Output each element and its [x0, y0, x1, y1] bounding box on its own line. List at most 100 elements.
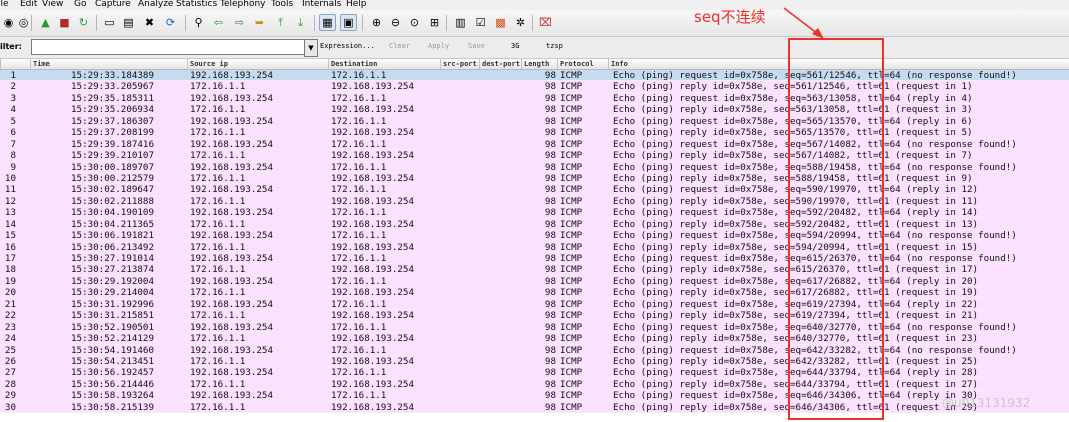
- packet-row[interactable]: 8 15:29:39.210107 172.16.1.1 192.168.193.25…: [0, 150, 1069, 162]
- packet-length: 98: [544, 344, 556, 356]
- preferences-icon[interactable]: ✲: [512, 14, 529, 31]
- packet-time: 15:30:56.192457: [71, 367, 154, 379]
- packet-source: 192.168.193.254: [190, 207, 273, 219]
- packet-destination: 172.16.1.1: [331, 70, 387, 81]
- zoom-normal-icon[interactable]: ⊙: [406, 14, 423, 31]
- packet-protocol: ICMP: [560, 195, 583, 207]
- packet-row[interactable]: 20 15:30:29.214004 172.16.1.1 192.168.193.2…: [0, 287, 1069, 299]
- packet-row[interactable]: 12 15:30:02.211888 172.16.1.1 192.168.193.2…: [0, 195, 1069, 208]
- packet-protocol: ICMP: [560, 92, 583, 104]
- coloring-rules-icon[interactable]: ▩: [492, 14, 509, 31]
- packet-source: 172.16.1.1: [190, 378, 246, 390]
- packet-row[interactable]: 22 15:30:31.215851 172.16.1.1 192.168.193.2…: [0, 310, 1069, 322]
- packet-number: 16: [4, 241, 16, 253]
- go-back-icon[interactable]: ⇦: [210, 14, 227, 31]
- zoom-out-icon[interactable]: ⊖: [387, 14, 404, 31]
- menu-help[interactable]: Help: [346, 0, 367, 10]
- packet-row[interactable]: 29 15:30:58.193264 192.168.193.254 172.16.1…: [0, 390, 1069, 402]
- packet-number: 13: [4, 207, 16, 219]
- packet-row[interactable]: 27 15:30:56.192457 192.168.193.254 172.16.1…: [0, 367, 1069, 379]
- packet-time: 15:29:35.185311: [71, 92, 154, 104]
- menu-go[interactable]: Go: [74, 0, 86, 10]
- menu-analyze[interactable]: Analyze: [138, 0, 173, 10]
- column-length[interactable]: Length: [521, 59, 557, 69]
- packet-length: 98: [544, 138, 556, 150]
- packet-row[interactable]: 10 15:30:00.212579 172.16.1.1 192.168.193.2…: [0, 172, 1069, 185]
- close-file-icon[interactable]: ✖: [141, 14, 158, 31]
- zoom-in-icon[interactable]: ⊕: [368, 14, 385, 31]
- column-time[interactable]: Time: [30, 59, 187, 69]
- column-no[interactable]: [0, 59, 30, 69]
- packet-source: 172.16.1.1: [190, 218, 246, 230]
- packet-row[interactable]: 2 15:29:33.205967 172.16.1.1 192.168.193.25…: [0, 81, 1069, 93]
- packet-number: 29: [4, 390, 16, 402]
- help-icon[interactable]: ⌧: [537, 14, 554, 31]
- packet-row[interactable]: 11 15:30:02.189647 192.168.193.254 172.16.1…: [0, 184, 1069, 196]
- packet-row[interactable]: 6 15:29:37.208199 172.16.1.1 192.168.193.25…: [0, 127, 1069, 139]
- restart-capture-icon[interactable]: ↻: [75, 14, 92, 31]
- open-file-icon[interactable]: ▭: [101, 14, 118, 31]
- packet-row[interactable]: 24 15:30:52.214129 172.16.1.1 192.168.193.2…: [0, 333, 1069, 345]
- save-button[interactable]: Save: [468, 42, 485, 50]
- auto-scroll-icon[interactable]: ▣: [340, 14, 357, 31]
- packet-protocol: ICMP: [560, 275, 583, 287]
- packet-row[interactable]: 15 15:30:06.191821 192.168.193.254 172.16.1…: [0, 230, 1069, 242]
- menu-telephony[interactable]: Telephony: [220, 0, 266, 10]
- menu-statistics[interactable]: Statistics: [176, 0, 217, 10]
- reload-icon[interactable]: ⟳: [162, 14, 179, 31]
- go-forward-icon[interactable]: ⇨: [231, 14, 248, 31]
- menu-ile[interactable]: ile: [0, 0, 9, 10]
- resize-columns-icon[interactable]: ⊞: [426, 14, 443, 31]
- packet-protocol: ICMP: [560, 253, 583, 264]
- packet-row[interactable]: 18 15:30:27.213874 172.16.1.1 192.168.193.2…: [0, 264, 1069, 276]
- packet-row[interactable]: 16 15:30:06.213492 172.16.1.1 192.168.193.2…: [0, 241, 1069, 253]
- packet-row[interactable]: 9 15:30:00.189707 192.168.193.254 172.16.1.…: [0, 161, 1069, 173]
- go-to-packet-icon[interactable]: ➥: [251, 14, 268, 31]
- packet-row[interactable]: 7 15:29:39.187416 192.168.193.254 172.16.1.…: [0, 138, 1069, 151]
- clear-button[interactable]: Clear: [389, 42, 410, 50]
- packet-row[interactable]: 19 15:30:29.192004 192.168.193.254 172.16.1…: [0, 275, 1069, 288]
- packet-row[interactable]: 5 15:29:37.186307 192.168.193.254 172.16.1.…: [0, 115, 1069, 128]
- packet-row[interactable]: 30 15:30:58.215139 172.16.1.1 192.168.193.2…: [0, 401, 1069, 414]
- capture-filters-icon[interactable]: ▥: [452, 14, 469, 31]
- column-source[interactable]: Source ip: [187, 59, 328, 69]
- packet-row[interactable]: 3 15:29:35.185311 192.168.193.254 172.16.1.…: [0, 92, 1069, 105]
- display-filters-icon[interactable]: ☑: [472, 14, 489, 31]
- apply-button[interactable]: Apply: [428, 42, 449, 50]
- capture-options-icon[interactable]: ◎: [15, 14, 32, 31]
- packet-number: 10: [4, 172, 16, 184]
- display-filter-input[interactable]: [31, 39, 307, 55]
- packet-row[interactable]: 14 15:30:04.211365 172.16.1.1 192.168.193.2…: [0, 218, 1069, 231]
- packet-row[interactable]: 25 15:30:54.191460 192.168.193.254 172.16.1…: [0, 344, 1069, 356]
- packet-row[interactable]: 17 15:30:27.191014 192.168.193.254 172.16.1…: [0, 253, 1069, 265]
- filter-button-tzsp[interactable]: tzsp: [546, 42, 563, 50]
- menu-capture[interactable]: Capture: [95, 0, 131, 10]
- menu-edit[interactable]: Edit: [20, 0, 37, 10]
- menu-tools[interactable]: Tools: [271, 0, 293, 10]
- packet-row[interactable]: 28 15:30:56.214446 172.16.1.1 192.168.193.2…: [0, 378, 1069, 391]
- go-first-icon[interactable]: ⤒: [272, 14, 289, 31]
- column-protocol[interactable]: Protocol: [557, 59, 608, 69]
- expression-button[interactable]: Expression...: [320, 42, 375, 50]
- packet-row[interactable]: 1 15:29:33.184389 192.168.193.254 172.16.1.…: [0, 70, 1069, 82]
- packet-row[interactable]: 26 15:30:54.213451 172.16.1.1 192.168.193.2…: [0, 355, 1069, 368]
- column-src-port[interactable]: src-port: [440, 59, 479, 69]
- colorize-icon[interactable]: ▦: [319, 14, 336, 31]
- packet-number: 19: [4, 275, 16, 287]
- start-capture-icon[interactable]: ▲: [37, 14, 54, 31]
- save-file-icon[interactable]: ▤: [120, 14, 137, 31]
- packet-row[interactable]: 21 15:30:31.192996 192.168.193.254 172.16.1…: [0, 298, 1069, 311]
- packet-row[interactable]: 13 15:30:04.190109 192.168.193.254 172.16.1…: [0, 207, 1069, 219]
- menu-view[interactable]: View: [42, 0, 63, 10]
- go-last-icon[interactable]: ⤓: [292, 14, 309, 31]
- stop-capture-icon[interactable]: ■: [56, 14, 73, 31]
- packet-row[interactable]: 23 15:30:52.190501 192.168.193.254 172.16.1…: [0, 321, 1069, 334]
- filter-history-dropdown[interactable]: ▼: [304, 39, 318, 57]
- column-dest-port[interactable]: dest-port: [479, 59, 521, 69]
- menu-internals[interactable]: Internals: [302, 0, 341, 10]
- column-destination[interactable]: Destination: [328, 59, 440, 69]
- toolbar-separator: [532, 15, 533, 31]
- filter-button-3g[interactable]: 3G: [511, 42, 519, 50]
- find-packet-icon[interactable]: ⚲: [190, 14, 207, 31]
- packet-row[interactable]: 4 15:29:35.206934 172.16.1.1 192.168.193.25…: [0, 104, 1069, 116]
